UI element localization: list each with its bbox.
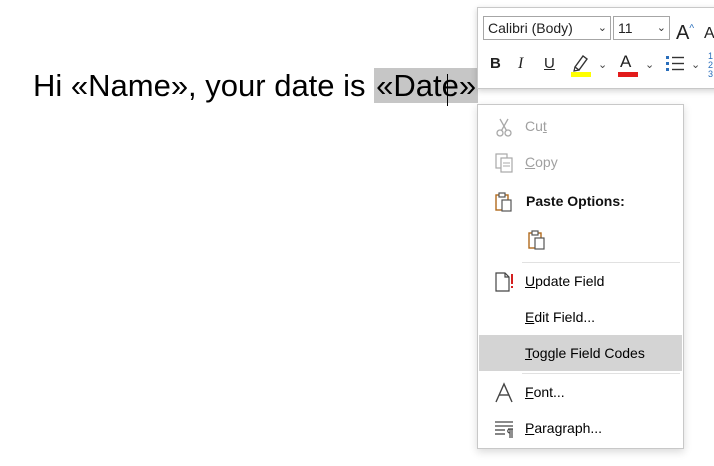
chevron-down-icon[interactable]: ⌄ [598, 58, 607, 71]
copy-icon [495, 153, 513, 173]
font-size-dropdown[interactable]: 11 ⌄ [613, 16, 670, 40]
chevron-down-icon[interactable]: ⌄ [645, 58, 654, 71]
text-caret [447, 74, 449, 106]
menu-item-label: Update Field [525, 273, 605, 289]
menu-item-paragraph[interactable]: Paragraph... [479, 410, 682, 446]
paragraph-icon [495, 421, 513, 438]
shrink-font-letter: A [704, 25, 714, 42]
merge-field-date[interactable]: «Date» [374, 68, 479, 106]
font-icon [495, 382, 513, 403]
update-field-icon [495, 272, 513, 292]
menu-item-toggle-field-codes[interactable]: Toggle Field Codes [479, 335, 682, 371]
context-menu: Cut Copy Paste Options: Update Field Edi… [477, 104, 684, 449]
menu-item-label: Edit Field... [525, 309, 596, 325]
menu-item-font[interactable]: Font... [479, 374, 682, 410]
menu-item-copy[interactable]: Copy [479, 144, 682, 180]
chevron-down-icon: ⌄ [597, 22, 607, 34]
menu-item-cut[interactable]: Cut [479, 108, 682, 144]
caret-up-icon: ^ [689, 23, 695, 35]
grow-font-letter: A [676, 22, 690, 44]
menu-item-update-field[interactable]: Update Field [479, 263, 682, 299]
underline-button[interactable]: U [544, 55, 555, 72]
clipboard-icon [495, 192, 512, 212]
document-text[interactable]: Hi «Name», your date is [33, 68, 374, 103]
paste-keep-source-button[interactable] [522, 221, 562, 257]
chevron-down-icon[interactable]: ⌄ [691, 58, 700, 71]
merge-field-date-text: «Date» [376, 68, 477, 103]
scissors-icon [496, 118, 512, 137]
menu-item-label: Font... [525, 384, 565, 400]
font-name-dropdown[interactable]: Calibri (Body) ⌄ [483, 16, 611, 40]
font-size-value: 11 [618, 20, 633, 36]
italic-button[interactable]: I [518, 55, 523, 73]
bullets-icon[interactable] [665, 54, 685, 72]
font-color-button[interactable]: A [620, 52, 631, 72]
grow-font-button[interactable]: A^ [676, 22, 694, 45]
document-text-line[interactable]: Hi «Name», your date is «Date» [33, 64, 479, 108]
menu-item-label: Copy [525, 154, 558, 170]
menu-item-label: Paragraph... [525, 420, 603, 436]
menu-item-label: Toggle Field Codes [525, 345, 645, 361]
font-name-value: Calibri (Body) [488, 20, 573, 36]
chevron-down-icon: ⌄ [656, 22, 666, 34]
highlight-color-bar [571, 72, 591, 77]
menu-item-label: Cut [525, 118, 547, 134]
paste-icon [528, 230, 545, 250]
menu-item-edit-field[interactable]: Edit Field... [479, 299, 682, 335]
shrink-font-button[interactable]: A [704, 25, 714, 43]
bold-button[interactable]: B [490, 55, 501, 72]
font-color-bar [618, 72, 638, 77]
paste-options-header: Paste Options: [479, 183, 682, 219]
paste-options-label: Paste Options: [526, 193, 625, 209]
mini-toolbar: Calibri (Body) ⌄ 11 ⌄ A^ A B I U ⌄ A ⌄ ⌄… [477, 7, 714, 89]
numbering-icon[interactable]: 123 [708, 52, 713, 79]
